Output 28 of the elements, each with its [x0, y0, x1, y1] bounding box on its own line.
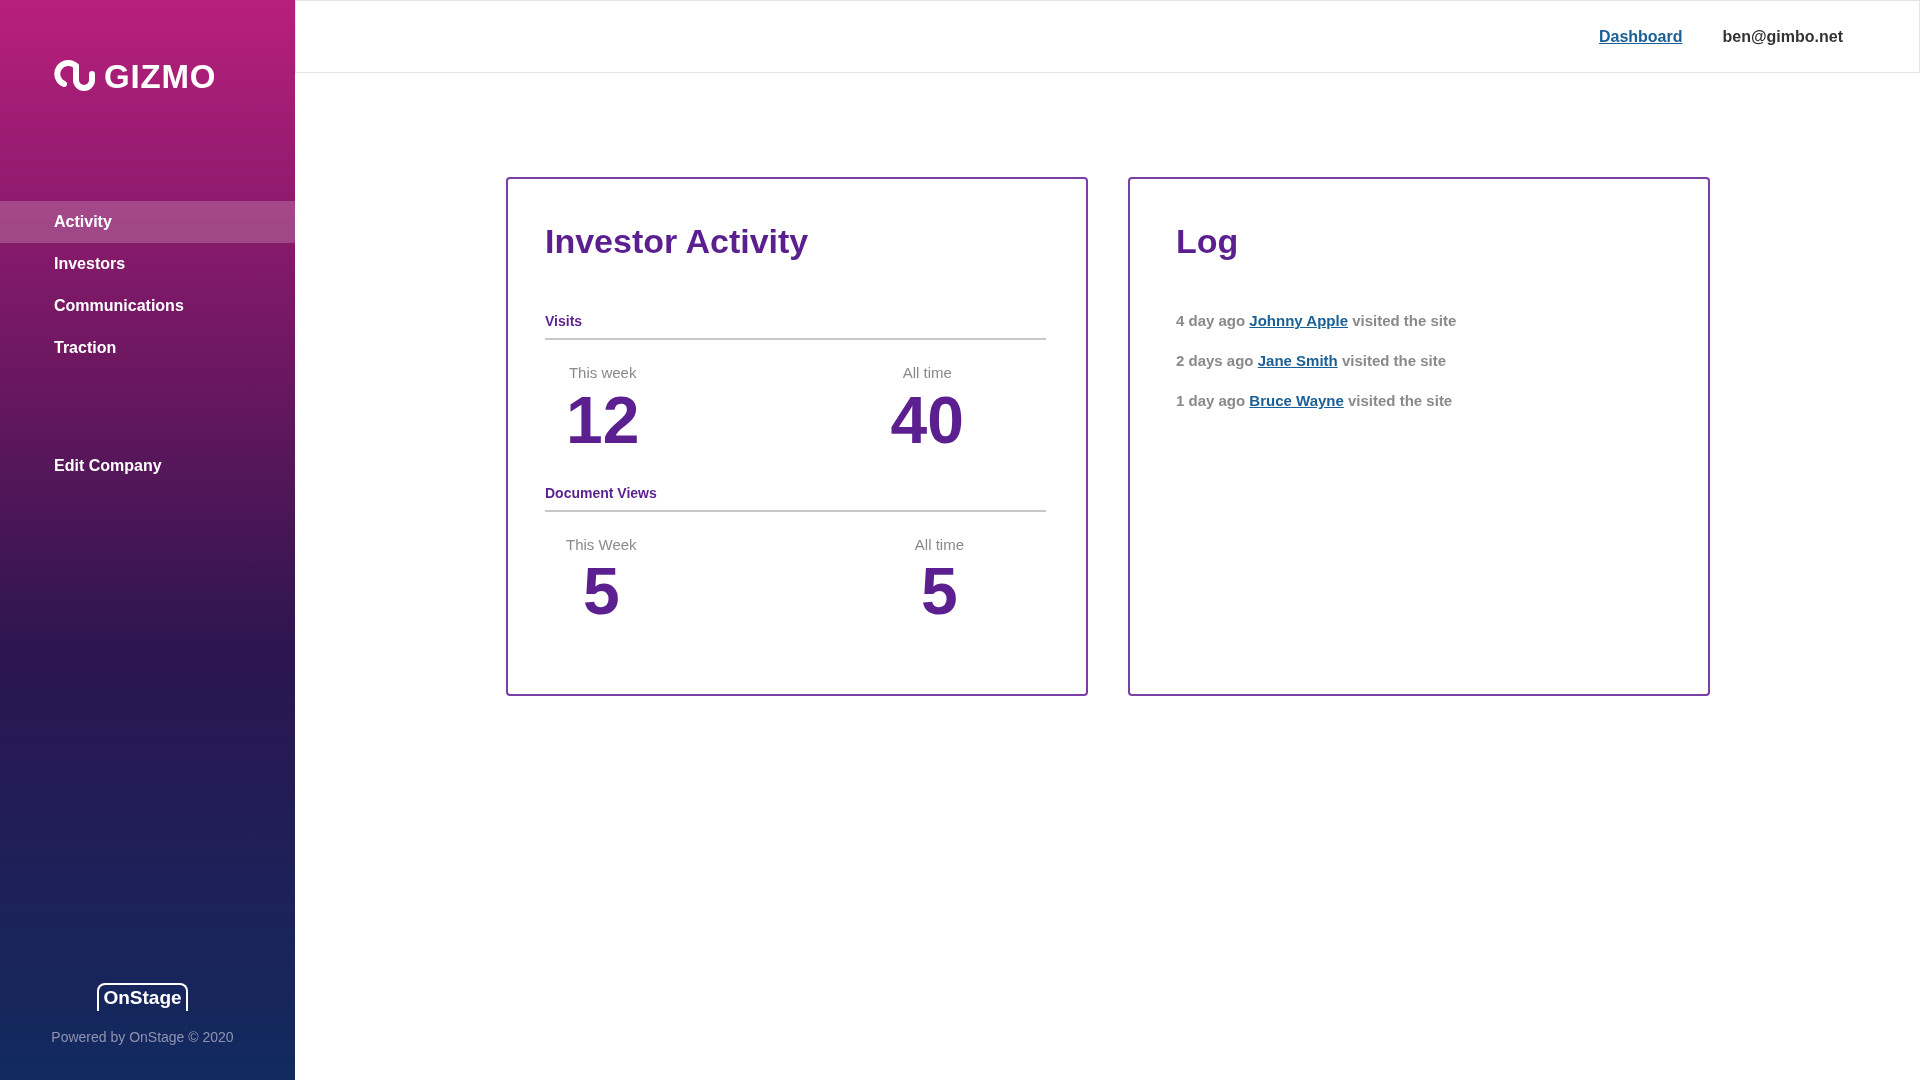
user-email: ben@gimbo.net [1722, 26, 1843, 47]
nav-item[interactable]: Edit Company [0, 445, 295, 487]
stat-value: 5 [582, 556, 620, 626]
stat-value: 40 [890, 384, 964, 455]
investor-link[interactable]: Bruce Wayne [1249, 392, 1344, 409]
stat-value: 5 [921, 556, 958, 626]
section-label: Visits [545, 311, 1046, 340]
nav-item[interactable]: Traction [0, 327, 295, 369]
stat-label: All time [902, 363, 952, 383]
nav-item[interactable]: Activity [0, 201, 295, 243]
investor-link[interactable]: Jane Smith [1257, 352, 1338, 369]
section-label: Document Views [545, 482, 1046, 512]
nav-item[interactable]: Communications [0, 285, 295, 327]
stat-label: This week [568, 363, 637, 383]
stat-label: All time [914, 534, 964, 555]
card-title: Log [1176, 221, 1240, 262]
card-title: Investor Activity [545, 221, 810, 262]
stat-value: 12 [566, 384, 640, 455]
dashboard-link[interactable]: Dashboard [1598, 24, 1683, 49]
onstage-logo: OnStage [97, 983, 188, 1011]
nav-item[interactable]: Investors [0, 243, 295, 285]
log-entry: 2 days ago Jane Smith visited the site [1176, 351, 1448, 371]
footer-text: Powered by OnStage © 2020 [51, 1028, 234, 1047]
log-entry: 1 day ago Bruce Wayne visited the site [1176, 391, 1454, 411]
investor-link[interactable]: Johnny Apple [1249, 312, 1348, 329]
logo: GIZMO [54, 52, 295, 102]
stat-label: This Week [566, 534, 637, 555]
log-entry: 4 day ago Johnny Apple visited the site [1176, 311, 1458, 331]
